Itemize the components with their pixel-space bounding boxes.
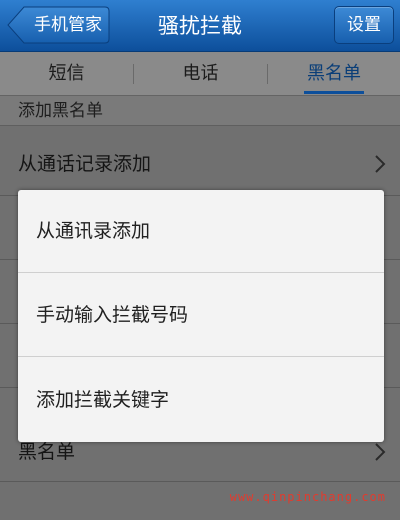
tab-sms[interactable]: 短信 — [0, 52, 133, 95]
add-blacklist-popup-menu: 从通讯录添加 手动输入拦截号码 添加拦截关键字 — [18, 190, 384, 442]
menu-item-add-keyword[interactable]: 添加拦截关键字 — [18, 358, 384, 442]
menu-item-label: 手动输入拦截号码 — [36, 304, 189, 326]
back-button-label: 手机管家 — [34, 15, 102, 35]
watermark: www.qinpinchang.com — [229, 490, 386, 504]
section-title: 添加黑名单 — [18, 101, 103, 121]
back-button[interactable]: 手机管家 — [6, 6, 110, 44]
settings-button[interactable]: 设置 — [334, 6, 394, 44]
section-header: 添加黑名单 — [0, 96, 400, 126]
active-tab-indicator — [304, 91, 364, 94]
title-bar: 手机管家 骚扰拦截 设置 — [0, 0, 400, 52]
menu-item-label: 从通讯录添加 — [36, 220, 151, 242]
list-item-label: 从通话记录添加 — [18, 153, 152, 175]
tab-calls[interactable]: 电话 — [134, 52, 267, 95]
list-item-from-call-log[interactable]: 从通话记录添加 — [0, 132, 400, 196]
tab-bar: 短信 电话 黑名单 — [0, 52, 400, 96]
tab-blacklist[interactable]: 黑名单 — [268, 52, 400, 95]
page-title: 骚扰拦截 — [158, 14, 242, 38]
menu-item-label: 添加拦截关键字 — [36, 389, 170, 411]
menu-item-from-contacts[interactable]: 从通讯录添加 — [18, 190, 384, 273]
chevron-right-icon — [375, 443, 386, 461]
chevron-right-icon — [375, 155, 386, 173]
menu-item-manual-input[interactable]: 手动输入拦截号码 — [18, 274, 384, 357]
